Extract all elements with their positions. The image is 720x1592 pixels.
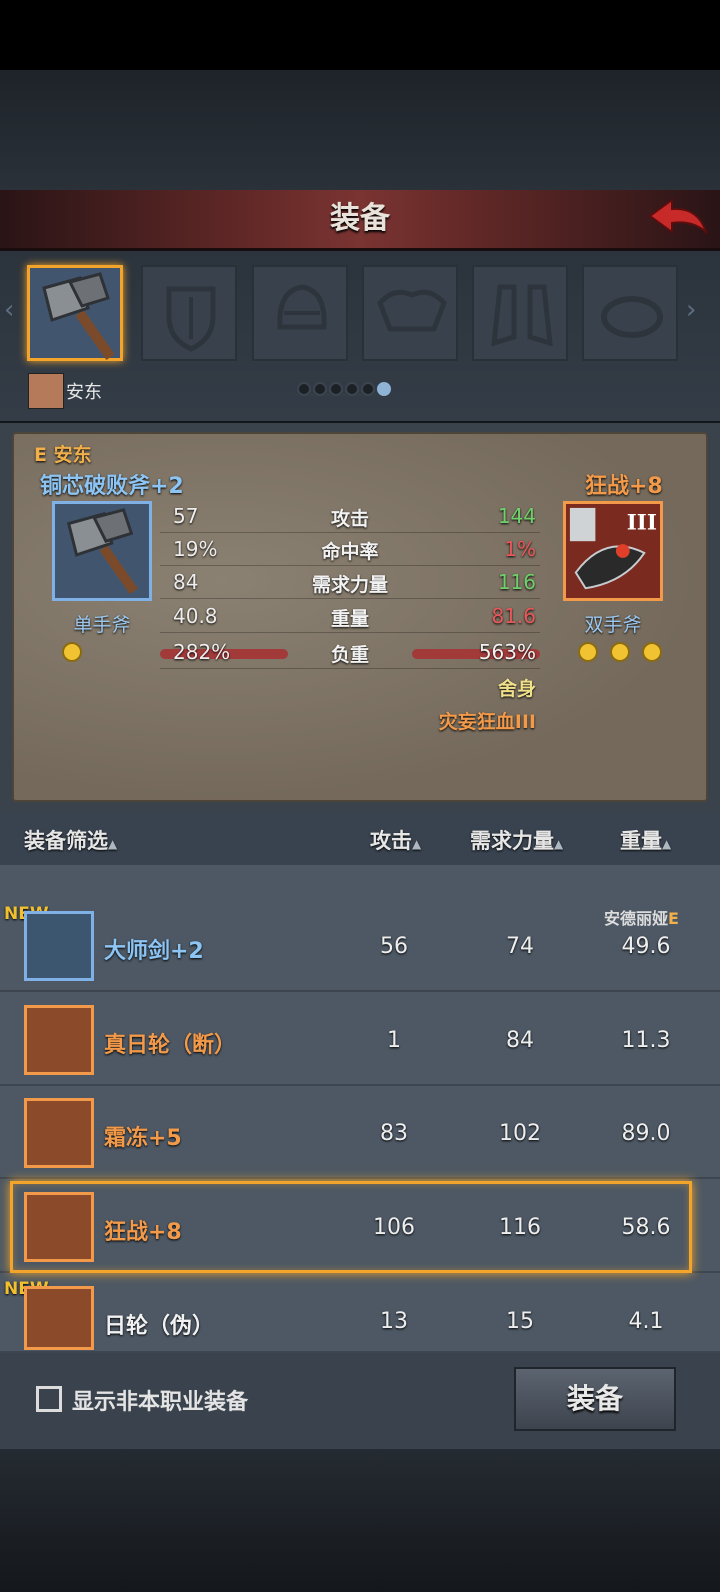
item-weight: 4.1: [628, 1309, 664, 1334]
owner-name: 安东: [66, 382, 102, 403]
item-strength: 74: [506, 934, 534, 959]
armor-icon: [377, 289, 447, 332]
item-attack: 83: [380, 1121, 408, 1146]
page-dot-active[interactable]: [377, 382, 391, 396]
candidate-item-type: 双手斧: [584, 614, 642, 636]
candidate-strength: 116: [497, 570, 536, 594]
slot-armor[interactable]: [362, 265, 458, 361]
svg-text:III: III: [627, 510, 657, 535]
strength-header[interactable]: 需求力量▲: [470, 825, 563, 855]
current-item-name: 铜芯破败斧+2: [40, 474, 184, 499]
page-dot[interactable]: [329, 382, 343, 396]
candidate-hit: 1%: [504, 537, 536, 561]
axe-icon: [42, 272, 115, 360]
candidate-load: 563%: [478, 640, 536, 664]
item-weight: 11.3: [621, 1028, 671, 1053]
item-strength: 102: [499, 1121, 541, 1146]
stat-row-hit: 19% 命中率 1%: [160, 533, 540, 566]
stat-label: 需求力量: [311, 574, 388, 596]
equip-button[interactable]: 装备: [514, 1367, 676, 1431]
sort-icon: ▲: [108, 837, 118, 851]
slot-boots[interactable]: [472, 265, 568, 361]
current-item-icon: [52, 501, 152, 601]
candidate-attack: 144: [497, 504, 536, 528]
owner-avatar: [28, 373, 64, 409]
page-dot[interactable]: [297, 382, 311, 396]
slot-helmet[interactable]: [252, 265, 348, 361]
sort-icon: ▲: [412, 837, 422, 851]
candidate-gem-icon: [642, 642, 662, 662]
page-dot[interactable]: [361, 382, 375, 396]
candidate-item-name: 狂战+8: [585, 474, 663, 499]
filter-label: 装备筛选: [24, 829, 108, 853]
page-dot[interactable]: [313, 382, 327, 396]
item-name: 霜冻+5: [104, 1126, 182, 1151]
item-strength: 84: [506, 1028, 534, 1053]
current-item-type: 单手斧: [73, 614, 131, 636]
equipped-owner-label: E 安东: [34, 444, 92, 466]
status-bar: [0, 0, 720, 70]
filter-header[interactable]: 装备筛选▲: [24, 825, 117, 855]
slot-left-arrow[interactable]: ‹: [4, 295, 14, 325]
item-name: 真日轮（断）: [104, 1033, 237, 1058]
slot-weapon[interactable]: [27, 265, 123, 361]
slot-ring[interactable]: [582, 265, 678, 361]
slot-right-arrow[interactable]: ›: [686, 295, 696, 325]
candidate-gem-icon: [610, 642, 630, 662]
sword-icon: [24, 911, 94, 981]
stat-row-attack: 57 攻击 144: [160, 500, 540, 533]
stat-row-load: 282% 负重 563%: [160, 636, 540, 669]
item-name: 大师剑+2: [104, 939, 204, 964]
stat-row-strength: 84 需求力量 116: [160, 566, 540, 599]
item-attack: 56: [380, 934, 408, 959]
item-weight: 49.6: [621, 934, 671, 959]
ring-icon: [601, 296, 663, 338]
back-button[interactable]: [646, 196, 710, 244]
stat-label: 攻击: [330, 508, 369, 530]
candidate-trait: 舍身: [497, 678, 536, 700]
show-other-class-checkbox[interactable]: [36, 1386, 62, 1412]
item-owner: 安德丽娅E: [604, 909, 679, 928]
candidate-weight: 81.6: [491, 604, 536, 628]
berserker-axe-icon: III: [566, 504, 660, 598]
shield-icon: [166, 286, 216, 352]
selection-highlight: [10, 1181, 692, 1273]
weight-label: 重量: [620, 829, 662, 853]
sunwheel-icon: [24, 1005, 94, 1075]
page-dots: [297, 381, 393, 400]
strength-label: 需求力量: [470, 829, 554, 853]
item-attack: 13: [380, 1309, 408, 1334]
show-other-class-label: 显示非本职业装备: [72, 1390, 249, 1415]
attack-label: 攻击: [370, 829, 412, 853]
helmet-icon: [277, 284, 327, 330]
candidate-skill: 灾妄狂血III: [438, 711, 536, 733]
page-title: 装备: [330, 201, 390, 236]
sort-icon: ▲: [662, 837, 672, 851]
item-attack: 1: [387, 1028, 401, 1053]
back-arrow-icon: [648, 198, 709, 236]
item-weight: 89.0: [621, 1121, 671, 1146]
frost-weapon-icon: [24, 1098, 94, 1168]
item-strength: 15: [506, 1309, 534, 1334]
sort-icon: ▲: [554, 837, 564, 851]
axe-icon: [66, 508, 138, 595]
boots-icon: [491, 284, 553, 347]
sunwheel-icon: [24, 1286, 94, 1350]
slot-shield[interactable]: [141, 265, 237, 361]
current-gem-icon: [62, 642, 82, 662]
top-background: [0, 70, 720, 190]
stat-row-weight: 40.8 重量 81.6: [160, 600, 540, 633]
weight-header[interactable]: 重量▲: [620, 825, 671, 855]
candidate-gem-icon: [578, 642, 598, 662]
attack-header[interactable]: 攻击▲: [370, 825, 421, 855]
item-name: 日轮（伪）: [104, 1314, 215, 1339]
page-dot[interactable]: [345, 382, 359, 396]
candidate-item-icon: III: [563, 501, 663, 601]
bottom-background: [0, 1449, 720, 1592]
stat-label: 命中率: [321, 541, 379, 563]
stat-label: 重量: [330, 608, 369, 630]
